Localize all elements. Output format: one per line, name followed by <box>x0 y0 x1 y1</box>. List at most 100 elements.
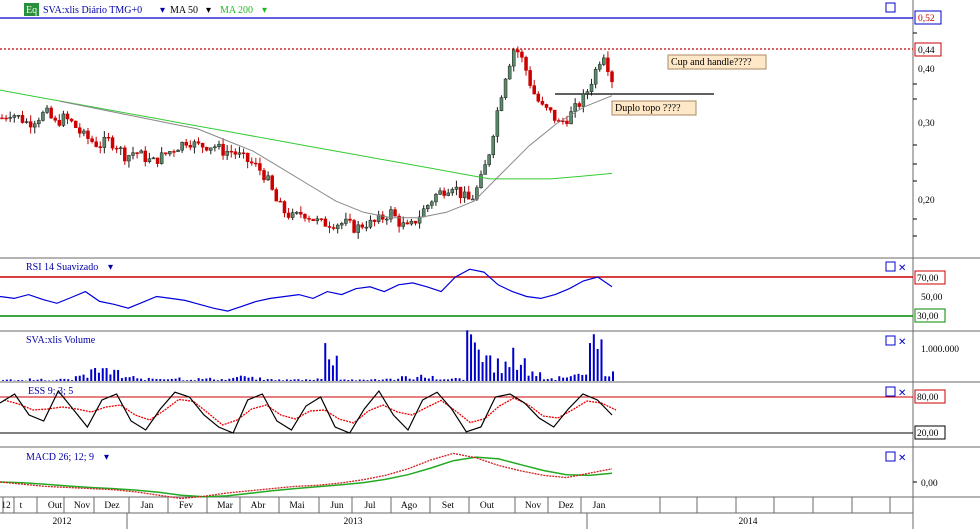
volume-bar[interactable] <box>71 380 74 381</box>
candle[interactable] <box>421 208 426 218</box>
volume-bar[interactable] <box>393 380 396 381</box>
candle[interactable] <box>511 49 516 67</box>
volume-bar[interactable] <box>600 339 603 381</box>
volume-bar[interactable] <box>366 380 369 381</box>
volume-bar[interactable] <box>347 380 350 381</box>
candle[interactable] <box>516 49 520 53</box>
close-icon[interactable]: ✕ <box>898 453 906 464</box>
volume-bar[interactable] <box>358 379 361 381</box>
candle[interactable] <box>102 136 107 148</box>
candle[interactable] <box>573 103 577 112</box>
volume-bar[interactable] <box>516 369 519 381</box>
maximize-icon[interactable] <box>885 261 896 272</box>
volume-bar[interactable] <box>94 367 97 381</box>
candle[interactable] <box>364 226 369 229</box>
volume-bar[interactable] <box>608 376 611 381</box>
volume-bar[interactable] <box>550 378 553 381</box>
chevron-down-icon[interactable]: ▾ <box>108 262 113 273</box>
candle[interactable] <box>393 209 397 217</box>
candle[interactable] <box>602 57 606 65</box>
candle[interactable] <box>33 123 37 128</box>
volume-bar[interactable] <box>44 380 47 381</box>
volume-bar[interactable] <box>216 380 219 381</box>
volume-bar[interactable] <box>404 376 407 381</box>
volume-bar[interactable] <box>32 380 35 381</box>
candle[interactable] <box>217 143 221 148</box>
volume-bar[interactable] <box>362 379 365 381</box>
candle[interactable] <box>565 120 569 125</box>
candle[interactable] <box>225 150 229 156</box>
candle[interactable] <box>213 146 217 149</box>
volume-bar[interactable] <box>243 376 246 381</box>
volume-bar[interactable] <box>351 379 354 381</box>
candle[interactable] <box>307 218 311 220</box>
volume-bar[interactable] <box>385 378 388 381</box>
volume-bar[interactable] <box>74 376 77 381</box>
candle[interactable] <box>495 110 500 137</box>
candle[interactable] <box>319 218 324 221</box>
volume-bar[interactable] <box>604 376 607 381</box>
volume-bar[interactable] <box>450 378 453 381</box>
volume-bar[interactable] <box>412 379 415 381</box>
volume-bar[interactable] <box>408 378 411 381</box>
volume-bar[interactable] <box>612 371 614 381</box>
volume-bar[interactable] <box>163 379 166 381</box>
volume-bar[interactable] <box>28 378 31 381</box>
volume-bar[interactable] <box>159 379 162 381</box>
ma200-legend[interactable]: MA 200 <box>220 5 253 16</box>
chevron-down-icon[interactable]: ▾ <box>104 452 109 463</box>
volume-bar[interactable] <box>489 355 492 381</box>
time-axis[interactable]: 12 t Out Nov Dez Jan Fev Mar Abr Mai Jun Jul Ago Set O… <box>0 497 913 529</box>
volume-bar[interactable] <box>562 377 565 381</box>
volume-bar[interactable] <box>435 379 438 381</box>
candle[interactable] <box>413 220 418 224</box>
candle[interactable] <box>229 150 234 153</box>
candle[interactable] <box>61 113 66 126</box>
volume-bar[interactable] <box>282 380 285 381</box>
candle[interactable] <box>548 107 553 111</box>
volume-bar[interactable] <box>224 379 227 381</box>
candle[interactable] <box>286 212 291 218</box>
candle[interactable] <box>8 117 12 119</box>
candle[interactable] <box>536 93 541 102</box>
volume-bar[interactable] <box>259 377 262 381</box>
volume-bar[interactable] <box>481 362 484 381</box>
candle[interactable] <box>241 152 246 155</box>
candle[interactable] <box>540 101 545 105</box>
candle[interactable] <box>204 146 209 151</box>
chevron-down-icon[interactable]: ▾ <box>262 5 267 16</box>
candle[interactable] <box>233 151 238 155</box>
candle[interactable] <box>45 107 49 113</box>
volume-bar[interactable] <box>213 379 216 381</box>
candle[interactable] <box>98 146 103 148</box>
volume-bar[interactable] <box>297 379 300 381</box>
candle[interactable] <box>483 164 487 175</box>
candle[interactable] <box>303 214 307 219</box>
volume-bar[interactable] <box>477 349 480 381</box>
volume-bar[interactable] <box>427 378 430 381</box>
volume-bar[interactable] <box>523 358 526 381</box>
candle[interactable] <box>606 57 610 72</box>
candle[interactable] <box>446 192 450 196</box>
volume-bar[interactable] <box>239 375 242 381</box>
close-icon[interactable]: ✕ <box>898 388 906 399</box>
volume-bar[interactable] <box>447 379 450 381</box>
candle[interactable] <box>581 93 586 107</box>
volume-bar[interactable] <box>120 378 123 381</box>
volume-bar[interactable] <box>416 377 419 381</box>
volume-bar[interactable] <box>588 343 591 381</box>
candle[interactable] <box>164 152 168 155</box>
candle[interactable] <box>49 107 53 119</box>
volume-bar[interactable] <box>320 378 323 381</box>
candle[interactable] <box>569 111 573 125</box>
candle[interactable] <box>172 151 176 153</box>
candle[interactable] <box>430 201 434 206</box>
volume-bar[interactable] <box>220 379 223 381</box>
candle[interactable] <box>426 205 430 210</box>
candle[interactable] <box>114 147 119 150</box>
volume-bar[interactable] <box>128 377 131 381</box>
volume-bar[interactable] <box>5 379 8 381</box>
volume-bar[interactable] <box>424 377 427 381</box>
candle[interactable] <box>499 97 504 111</box>
candle[interactable] <box>503 78 508 98</box>
